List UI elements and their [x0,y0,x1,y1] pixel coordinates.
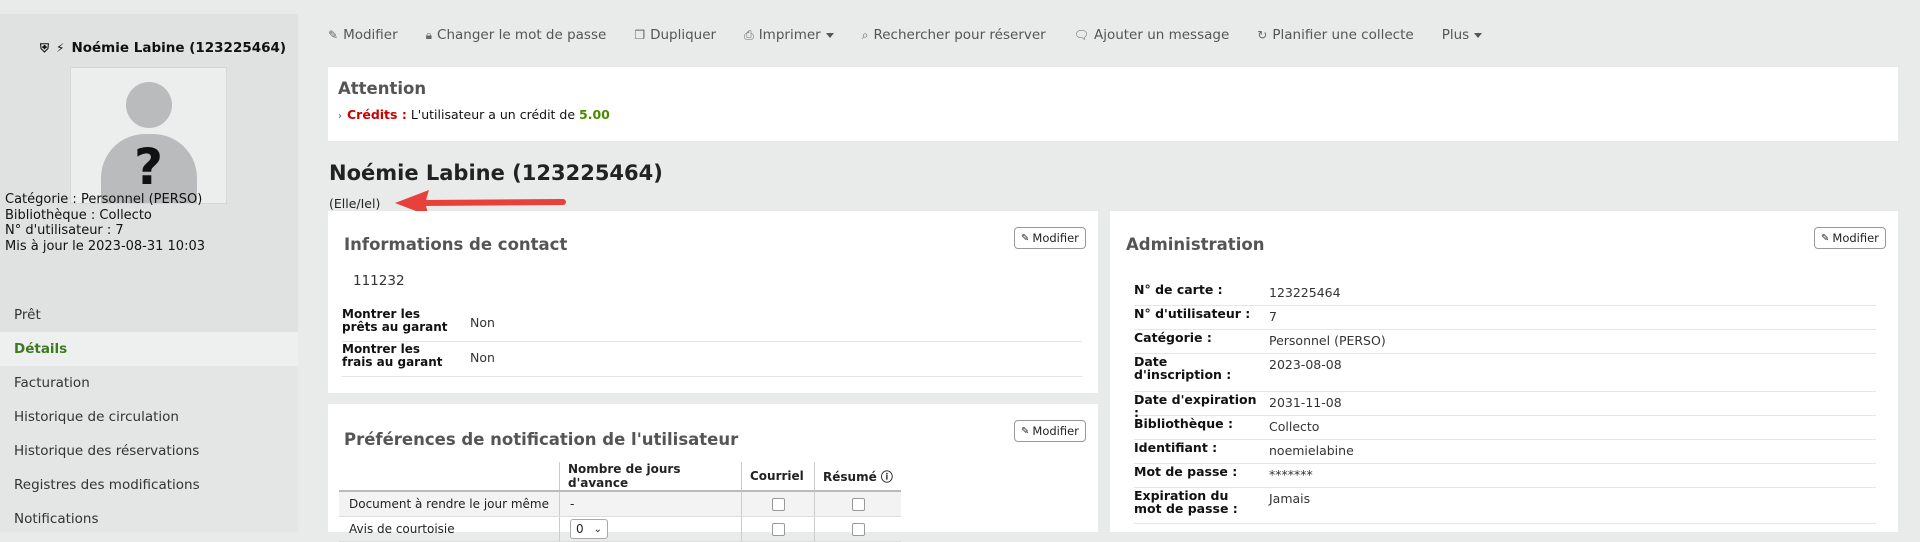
pencil-icon: ✎ [328,28,339,42]
avatar[interactable]: ? [70,67,227,204]
notification-days-cell: 0 ⌄ [559,516,742,542]
email-checkbox[interactable] [741,491,815,517]
credit-text: L'utilisateur a un crédit de [410,107,576,122]
edit-button[interactable]: ✎ Modifier [328,27,398,43]
caret-down-icon [1474,32,1483,38]
contact-phone: 111232 [353,273,405,289]
print-icon: ⎙ [744,27,754,42]
admin-row: N° d'utilisateur :7 [1134,307,1876,330]
contact-row-value: Non [470,315,495,330]
caret-down-icon [825,32,834,38]
patron-category: Catégorie : Personnel (PERSO) [5,192,203,207]
days-select[interactable]: 0 ⌄ [570,519,609,539]
nav-item-checkout[interactable]: Prêt [0,298,298,332]
question-mark-icon: ? [133,138,163,196]
digest-checkbox[interactable] [814,491,901,517]
comment-icon: 🗨︎ [1073,28,1089,42]
table-row: Avis de courtoisie 0 ⌄ [339,516,901,542]
notification-table: Nombre de jours d'avance Courriel Résumé… [339,462,901,542]
notification-label: Avis de courtoisie [339,516,560,542]
page-title: Noémie Labine (123225464) [329,161,663,185]
nav-item-notifications[interactable]: Notifications [0,502,298,536]
patron-number: N° d'utilisateur : 7 [5,223,124,238]
credit-label: Crédits : [347,107,407,122]
patron-toolbar: ✎ Modifier 🔒︎ Changer le mot de passe ❐ Dup… [328,20,1510,50]
col-header-days: Nombre de jours d'avance [559,462,742,492]
schedule-pickup-button[interactable]: ↻ Planifier une collecte [1257,27,1413,43]
notification-title: Préférences de notification de l'utilisa… [344,430,739,449]
more-button[interactable]: Plus [1442,27,1483,43]
admin-row: Catégorie : Personnel (PERSO) [1134,331,1876,354]
bolt-icon: ⚡︎ [56,41,65,55]
table-row: Document à rendre le jour même - [339,491,901,517]
credit-line: › Crédits : L'utilisateur a un crédit de … [338,107,610,122]
contact-row-key: Montrer les prêts au garant [342,307,448,334]
contact-row: Montrer les frais au garant Non [342,343,1082,377]
pencil-icon: ✎ [1821,232,1830,244]
edit-admin-button[interactable]: ✎ Modifier [1814,227,1886,249]
search-icon: ⌕ [861,27,869,42]
admin-title: Administration [1126,235,1265,254]
admin-row: N° de carte :123225464 [1134,283,1876,306]
patron-info: Catégorie : Personnel (PERSO) Bibliothèq… [5,192,205,254]
change-password-button[interactable]: 🔒︎ Changer le mot de passe [426,27,607,43]
attention-title: Attention [338,79,427,98]
sidebar-patron-name: ⛨ ⚡︎ Noémie Labine (123225464) [40,40,287,56]
credit-value: 5.00 [579,107,610,122]
notification-days: - [559,491,742,517]
admin-row: Identifiant : noemielabine [1134,441,1876,464]
refresh-icon: ↻ [1257,28,1268,42]
patron-library: Bibliothèque : Collecto [5,207,152,223]
patron-nav: Prêt Détails Facturation Historique de c… [0,298,298,536]
col-header-digest: Résumé ⓘ [814,462,901,492]
patron-sidebar: ⛨ ⚡︎ Noémie Labine (123225464) ? Catégorie… [0,14,298,532]
nav-item-holds-history[interactable]: Historique des réservations [0,434,298,468]
contact-row-key: Montrer les frais au garant [342,342,443,369]
copy-icon: ❐ [634,28,646,42]
edit-contact-button[interactable]: ✎ Modifier [1014,227,1086,249]
chevron-down-icon: ⌄ [593,523,603,535]
nav-item-circulation-history[interactable]: Historique de circulation [0,400,298,434]
nav-item-modification-log[interactable]: Registres des modifications [0,468,298,502]
admin-row: Date d'expiration :2031-11-08 [1134,393,1876,419]
notification-panel: Préférences de notification de l'utilisa… [328,404,1098,542]
notification-label: Document à rendre le jour même [339,491,560,517]
admin-row: Bibliothèque : Collecto [1134,417,1876,440]
col-header-item [339,462,560,492]
add-message-button[interactable]: 🗨︎ Ajouter un message [1074,27,1230,43]
admin-row: Mot de passe : ******* [1134,465,1876,488]
contact-row-value: Non [470,350,495,365]
contact-row: Montrer les prêts au garant Non [342,308,1082,342]
admin-row: Expiration du mot de passe : Jamais [1134,489,1876,524]
col-header-email: Courriel [741,462,815,492]
administration-panel: Administration ✎ Modifier N° de carte :12… [1110,211,1898,532]
nav-item-details[interactable]: Détails [0,332,298,366]
edit-notifications-button[interactable]: ✎ Modifier [1014,420,1086,442]
search-to-hold-button[interactable]: ⌕ Rechercher pour réserver [862,27,1046,43]
contact-panel: Informations de contact ✎ Modifier 111232… [328,211,1098,393]
duplicate-button[interactable]: ❐ Dupliquer [634,27,716,43]
patron-updated: Mis à jour le 2023-08-31 10:03 [5,238,206,254]
email-checkbox[interactable] [741,516,815,542]
admin-row: Date d'inscription :2023-08-08 [1134,355,1876,392]
lock-icon: 🔒︎ [425,27,433,42]
avatar-head [126,82,172,128]
pencil-icon: ✎ [1021,425,1030,437]
patron-pronouns: (Elle/Iel) [329,196,381,211]
shield-icon: ⛨ [40,41,50,55]
attention-box: Attention › Crédits : L'utilisateur a un … [328,67,1898,141]
print-button[interactable]: ⎙ Imprimer [744,27,834,43]
info-icon[interactable]: ⓘ [881,470,893,484]
digest-checkbox[interactable] [814,516,901,542]
contact-title: Informations de contact [344,235,568,254]
bullet-icon: › [338,111,342,122]
pencil-icon: ✎ [1021,232,1030,244]
nav-item-billing[interactable]: Facturation [0,366,298,400]
